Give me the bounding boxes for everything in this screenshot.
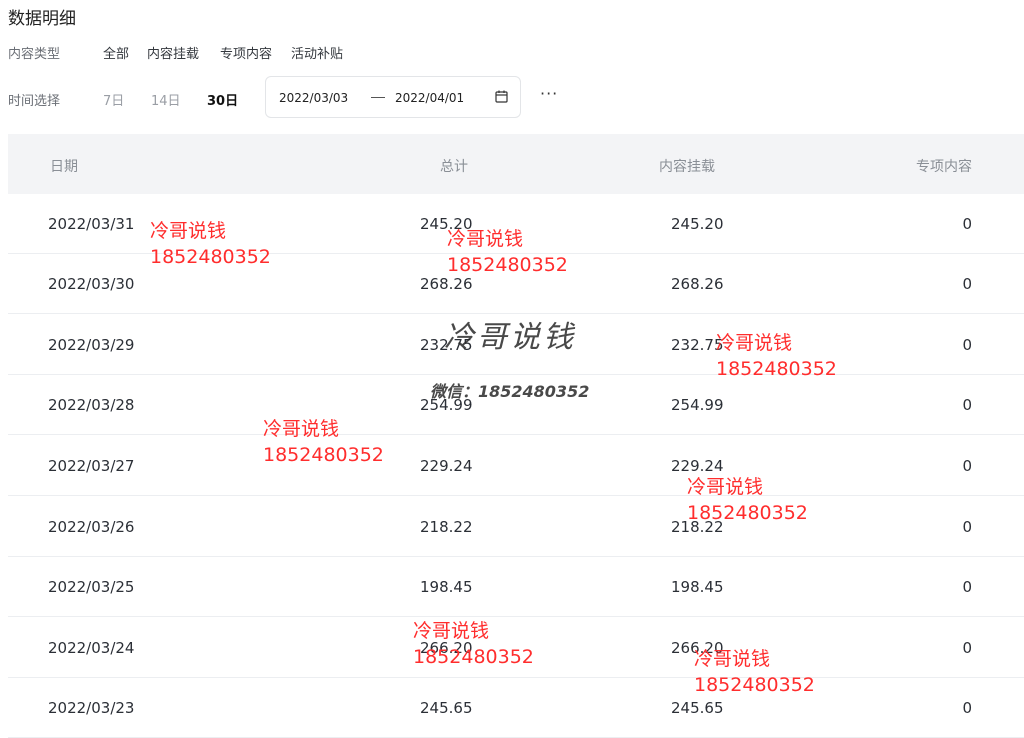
- table-row: 2022/03/30 268.26 268.26 0: [8, 254, 1024, 314]
- cell-special: 0: [962, 457, 972, 475]
- time-option-14d[interactable]: 14日: [151, 90, 181, 109]
- filter-special-content[interactable]: 专项内容: [220, 43, 272, 62]
- date-range-picker[interactable]: 2022/03/03 2022/04/01: [265, 76, 521, 118]
- table-row: 2022/03/28 254.99 254.99 0: [8, 375, 1024, 435]
- time-select-label: 时间选择: [8, 94, 61, 109]
- cell-date: 2022/03/28: [48, 396, 135, 414]
- time-option-30d[interactable]: 30日: [207, 90, 238, 109]
- header-content: 内容挂载: [659, 159, 715, 175]
- cell-special: 0: [962, 336, 972, 354]
- cell-date: 2022/03/23: [48, 699, 135, 717]
- table-header: 日期 总计 内容挂载 专项内容: [8, 134, 1024, 194]
- cell-total: 218.22: [420, 518, 473, 536]
- cell-total: 198.45: [420, 578, 473, 596]
- header-total: 总计: [440, 159, 468, 175]
- cell-date: 2022/03/30: [48, 275, 135, 293]
- cell-special: 0: [962, 578, 972, 596]
- cell-content: 232.75: [671, 336, 724, 354]
- cell-content: 198.45: [671, 578, 724, 596]
- cell-content: 229.24: [671, 457, 724, 475]
- content-type-label: 内容类型: [8, 47, 61, 62]
- more-options-icon[interactable]: ···: [540, 84, 558, 103]
- cell-content: 245.20: [671, 215, 724, 233]
- filter-all[interactable]: 全部: [103, 43, 129, 62]
- table-row: 2022/03/24 266.20 266.20 0: [8, 618, 1024, 678]
- table-row: 2022/03/25 198.45 198.45 0: [8, 557, 1024, 617]
- time-option-7d[interactable]: 7日: [103, 90, 124, 109]
- cell-special: 0: [962, 518, 972, 536]
- cell-total: 232.75: [420, 336, 473, 354]
- cell-content: 254.99: [671, 396, 724, 414]
- cell-date: 2022/03/27: [48, 457, 135, 475]
- page-title: 数据明细: [8, 9, 76, 29]
- cell-content: 268.26: [671, 275, 724, 293]
- cell-total: 245.65: [420, 699, 473, 717]
- header-date: 日期: [50, 159, 78, 175]
- cell-date: 2022/03/24: [48, 639, 135, 657]
- table-row: 2022/03/26 218.22 218.22 0: [8, 497, 1024, 557]
- cell-special: 0: [962, 639, 972, 657]
- cell-date: 2022/03/29: [48, 336, 135, 354]
- cell-content: 266.20: [671, 639, 724, 657]
- start-date[interactable]: 2022/03/03: [279, 91, 348, 105]
- cell-date: 2022/03/25: [48, 578, 135, 596]
- cell-total: 245.20: [420, 215, 473, 233]
- cell-date: 2022/03/31: [48, 215, 135, 233]
- table-row: 2022/03/29 232.75 232.75 0: [8, 315, 1024, 375]
- filter-content-mount[interactable]: 内容挂载: [147, 43, 199, 62]
- table-row: 2022/03/31 245.20 245.20 0: [8, 194, 1024, 254]
- table-row: 2022/03/27 229.24 229.24 0: [8, 436, 1024, 496]
- cell-total: 266.20: [420, 639, 473, 657]
- cell-total: 254.99: [420, 396, 473, 414]
- cell-special: 0: [962, 275, 972, 293]
- table-row: 2022/03/23 245.65 245.65 0: [8, 678, 1024, 738]
- calendar-icon[interactable]: [495, 90, 508, 103]
- cell-special: 0: [962, 215, 972, 233]
- cell-special: 0: [962, 699, 972, 717]
- cell-content: 218.22: [671, 518, 724, 536]
- cell-special: 0: [962, 396, 972, 414]
- filter-activity-subsidy[interactable]: 活动补贴: [291, 43, 343, 62]
- date-separator: [371, 97, 385, 98]
- cell-total: 229.24: [420, 457, 473, 475]
- cell-date: 2022/03/26: [48, 518, 135, 536]
- cell-content: 245.65: [671, 699, 724, 717]
- cell-total: 268.26: [420, 275, 473, 293]
- header-special: 专项内容: [916, 159, 972, 175]
- end-date[interactable]: 2022/04/01: [395, 91, 464, 105]
